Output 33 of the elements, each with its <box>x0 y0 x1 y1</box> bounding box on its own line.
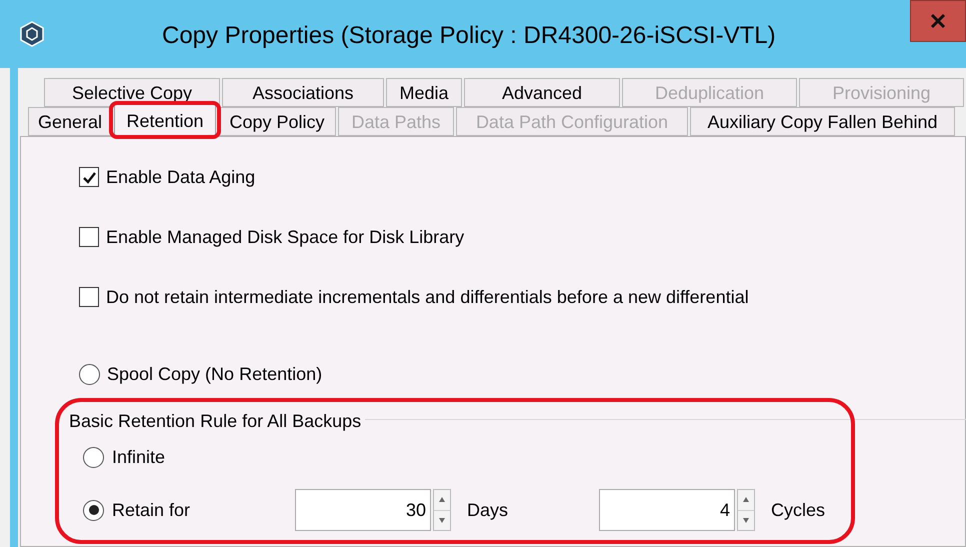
option-label: Enable Managed Disk Space for Disk Library <box>106 226 464 249</box>
checkbox[interactable] <box>79 167 99 187</box>
number-field[interactable]: 4 <box>599 489 735 531</box>
up-arrow-icon <box>439 497 445 502</box>
radio-button[interactable] <box>83 500 104 520</box>
option-label: Enable Data Aging <box>106 166 256 189</box>
close-button[interactable] <box>910 0 966 42</box>
checkmark-icon <box>82 170 96 184</box>
tab[interactable]: Media <box>386 78 462 107</box>
tab[interactable]: General <box>28 107 112 136</box>
unit-label: Cycles <box>771 498 826 522</box>
window-title: Copy Properties (Storage Policy : DR4300-26-iSCSI-VTL) <box>162 21 776 51</box>
spin-buttons[interactable] <box>737 489 755 531</box>
radio-label: Infinite <box>112 446 166 469</box>
unit-label: Days <box>467 498 510 522</box>
close-icon <box>930 13 946 29</box>
tab[interactable]: Associations <box>222 78 384 107</box>
up-arrow-icon <box>743 497 749 502</box>
option-label: Spool Copy (No Retention) <box>107 362 322 386</box>
checkbox[interactable] <box>79 287 99 307</box>
radio-button[interactable] <box>83 447 104 468</box>
tab[interactable]: Copy Policy <box>218 107 336 136</box>
spin-buttons[interactable] <box>433 489 451 531</box>
radio-label: Retain for <box>112 498 190 522</box>
number-field[interactable]: 30 <box>295 489 431 531</box>
app-icon <box>20 21 44 47</box>
checkbox[interactable] <box>79 227 99 247</box>
down-arrow-icon <box>743 518 749 523</box>
option-label: Do not retain intermediate incrementals and differentials before a new differential <box>106 286 749 308</box>
tab[interactable]: Advanced <box>464 78 620 107</box>
tab[interactable]: Auxiliary Copy Fallen Behind <box>690 107 955 136</box>
radio-button[interactable] <box>79 364 100 384</box>
down-arrow-icon <box>439 518 445 523</box>
